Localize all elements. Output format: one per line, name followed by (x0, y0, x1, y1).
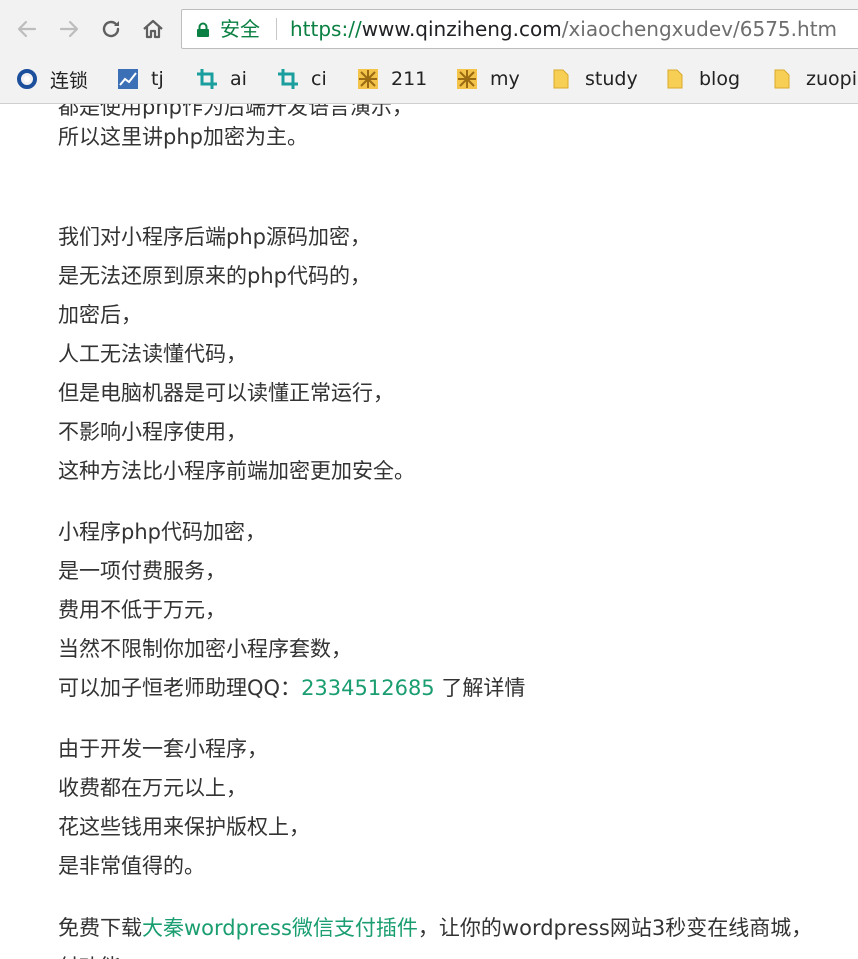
text-line: 费用不低于万元， (58, 598, 226, 622)
text-line: 付功能 (58, 948, 812, 959)
bookmark-study[interactable]: study (551, 64, 638, 94)
paragraph-1: 所以这里讲php加密为主。 (58, 118, 308, 157)
bookmark-lian-suo[interactable]: 连锁 (16, 64, 88, 94)
url-host: www.qinziheng.com (361, 17, 562, 41)
paragraph-2: 我们对小程序后端php源码加密， 是无法还原到原来的php代码的， 加密后， 人… (58, 218, 415, 491)
qq-suffix: 了解详情 (434, 676, 526, 700)
bookmark-my[interactable]: my (456, 64, 520, 94)
text-line: 是一项付费服务， (58, 559, 226, 583)
url-text: https://www.qinziheng.com/xiaochengxudev… (290, 18, 837, 40)
pattern-icon (457, 69, 477, 89)
reload-button[interactable] (96, 14, 126, 44)
bookmark-blog[interactable]: blog (665, 64, 740, 94)
bookmark-ci[interactable]: ci (277, 64, 327, 94)
plugin-download-link[interactable]: 大秦wordpress微信支付插件 (142, 916, 418, 940)
url-scheme: https:// (290, 17, 362, 41)
folder-icon (553, 69, 569, 89)
qq-line: 可以加子恒老师助理QQ：2334512685 了解详情 (58, 669, 525, 708)
folder-icon (667, 69, 683, 89)
secure-label: 安全 (220, 17, 260, 41)
back-button[interactable] (12, 14, 42, 44)
bookmark-label: blog (699, 68, 741, 90)
text-line: 不影响小程序使用， (58, 420, 247, 444)
bookmark-label: 连锁 (50, 69, 89, 92)
chart-icon (118, 69, 138, 89)
bookmark-tj[interactable]: tj (117, 64, 164, 94)
home-icon (143, 19, 163, 39)
bookmark-label: study (585, 68, 638, 90)
paragraph-3: 小程序php代码加密， 是一项付费服务， 费用不低于万元， 当然不限制你加密小程… (58, 513, 525, 708)
bookmark-label: my (490, 68, 520, 90)
promo-suffix: ，让你的wordpress网站3秒变在线商城， (417, 916, 813, 940)
promo-prefix: 免费下载 (58, 916, 142, 940)
text-line: 由于开发一套小程序， (58, 737, 268, 761)
promo-line: 免费下载大秦wordpress微信支付插件，让你的wordpress网站3秒变在… (58, 909, 812, 948)
promo-paragraph: 免费下载大秦wordpress微信支付插件，让你的wordpress网站3秒变在… (58, 909, 812, 959)
address-separator (276, 18, 277, 40)
bookmark-211[interactable]: 211 (357, 64, 427, 94)
bookmarks-bar: 连锁 tj ai ci 211 my study blog zuopi (0, 60, 858, 104)
bookmark-ai[interactable]: ai (196, 64, 247, 94)
arrow-right-icon (59, 20, 79, 38)
paragraph-4: 由于开发一套小程序， 收费都在万元以上， 花这些钱用来保护版权上， 是非常值得的… (58, 730, 310, 886)
pattern-icon (358, 69, 378, 89)
bookmark-label: tj (151, 68, 164, 90)
text-line: 当然不限制你加密小程序套数， (58, 637, 352, 661)
crop-icon (278, 69, 298, 89)
article-body: 都是使用php作为后端开发语言演示， 所以这里讲php加密为主。 我们对小程序后… (0, 104, 858, 959)
address-bar[interactable]: 安全 https://www.qinziheng.com/xiaochengxu… (181, 9, 858, 49)
text-line: 是无法还原到原来的php代码的， (58, 264, 371, 288)
bookmark-label: 211 (391, 68, 428, 90)
browser-toolbar: 安全 https://www.qinziheng.com/xiaochengxu… (0, 0, 858, 60)
network-icon (17, 69, 37, 89)
text-line: 人工无法读懂代码， (58, 342, 247, 366)
text-line: 所以这里讲php加密为主。 (58, 125, 308, 149)
crop-icon (197, 69, 217, 89)
bookmark-label: zuopin (806, 68, 858, 90)
qq-number-link[interactable]: 2334512685 (301, 676, 435, 700)
reload-icon (102, 20, 120, 38)
text-line: 这种方法比小程序前端加密更加安全。 (58, 459, 415, 483)
text-line: 但是电脑机器是可以读懂正常运行， (58, 381, 394, 405)
forward-button[interactable] (54, 14, 84, 44)
arrow-left-icon (17, 20, 37, 38)
qq-prefix: 可以加子恒老师助理QQ： (58, 676, 302, 700)
bookmark-zuopin[interactable]: zuopin (772, 64, 858, 94)
home-button[interactable] (138, 14, 168, 44)
text-line: 花这些钱用来保护版权上， (58, 815, 310, 839)
text-line: 加密后， (58, 303, 142, 327)
text-line: 我们对小程序后端php源码加密， (58, 225, 371, 249)
lock-icon (197, 22, 209, 37)
text-line: 小程序php代码加密， (58, 520, 266, 544)
bookmark-label: ci (311, 68, 327, 90)
folder-icon (774, 69, 790, 89)
text-line: 是非常值得的。 (58, 854, 205, 878)
bookmark-label: ai (230, 68, 247, 90)
text-line: 收费都在万元以上， (58, 776, 247, 800)
url-path: /xiaochengxudev/6575.htm (561, 17, 838, 41)
